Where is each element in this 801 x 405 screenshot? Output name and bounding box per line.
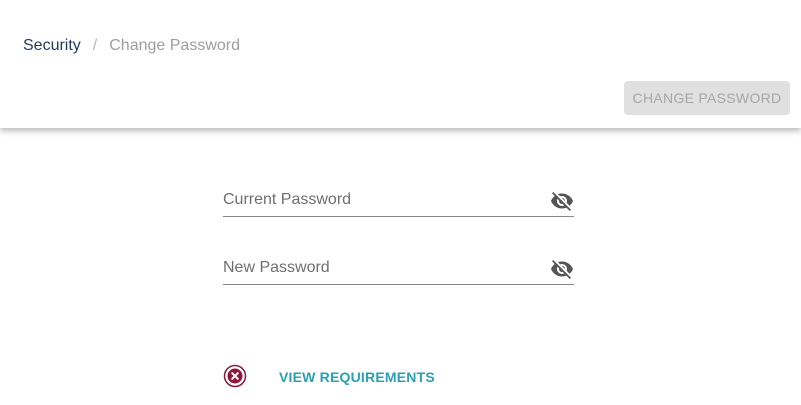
change-password-button[interactable]: CHANGE PASSWORD [624,81,790,115]
breadcrumb-item-change-password: Change Password [109,37,240,54]
new-password-input[interactable] [223,254,543,282]
eye-off-icon[interactable] [550,189,574,213]
eye-off-icon[interactable] [550,257,574,281]
view-requirements-link[interactable]: VIEW REQUIREMENTS [279,369,435,385]
new-password-field [223,254,574,285]
current-password-input[interactable] [223,186,543,214]
page-header: Security / Change Password CHANGE PASSWORD [0,0,801,128]
breadcrumb: Security / Change Password [23,37,240,55]
error-circle-icon [223,364,247,388]
current-password-field [223,186,574,217]
breadcrumb-item-security[interactable]: Security [23,37,81,54]
breadcrumb-separator: / [92,37,98,54]
